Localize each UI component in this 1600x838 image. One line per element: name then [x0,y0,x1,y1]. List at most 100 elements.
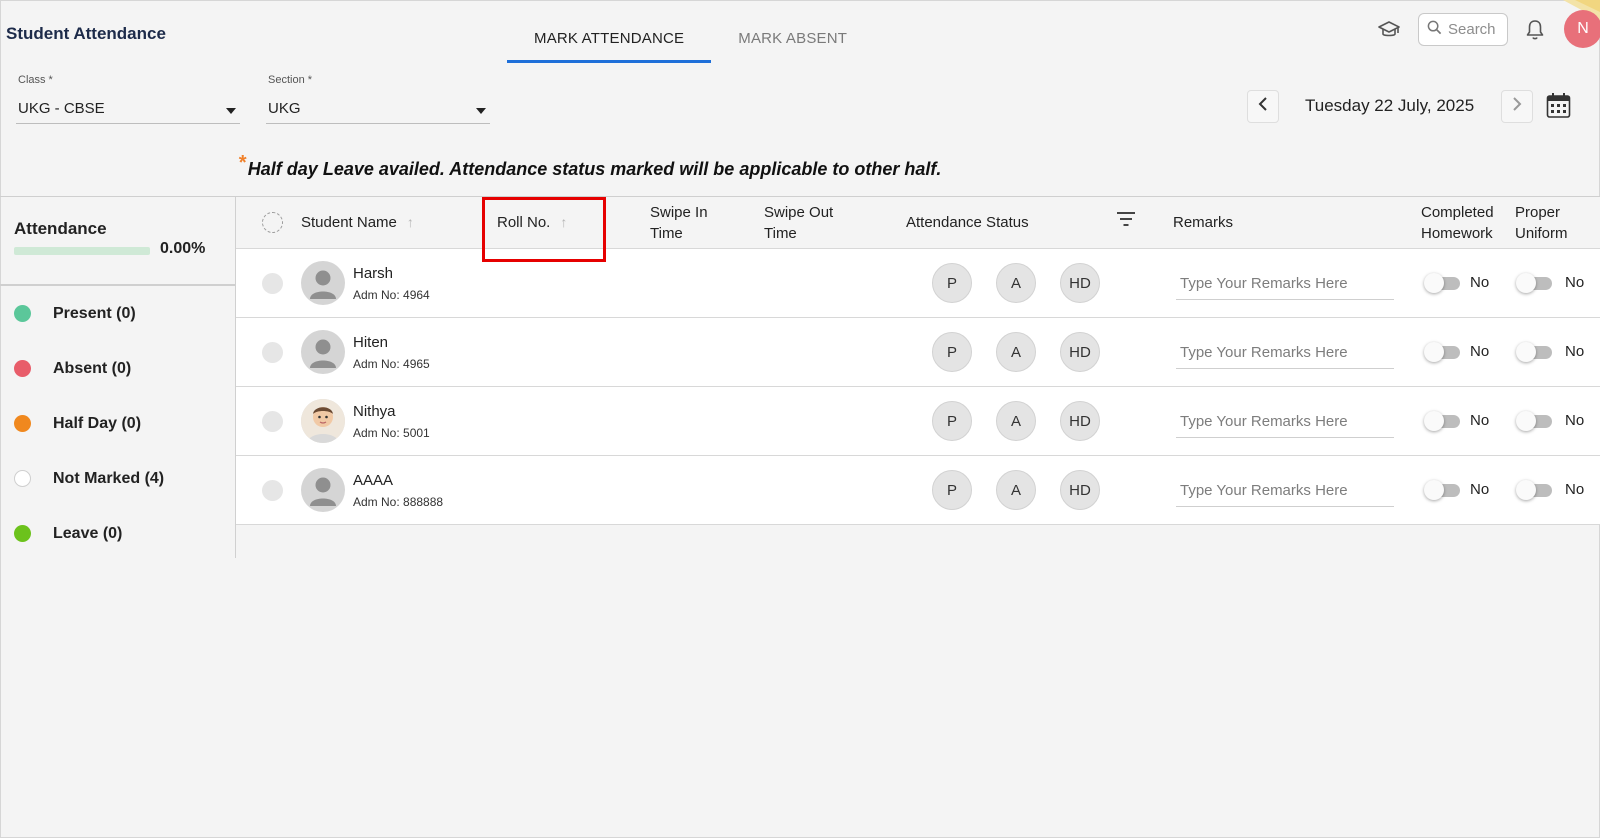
attendance-summary-title: Attendance [14,219,107,238]
filter-icon[interactable] [1116,211,1136,233]
sort-arrow-up-icon[interactable]: ↑ [407,214,414,230]
student-adm-no: Adm No: 888888 [353,495,444,509]
roll-no-header-label: Roll No. [497,214,551,231]
row-select-radio[interactable] [262,342,283,363]
legend-dot [14,360,31,377]
legend-dot [14,470,31,487]
homework-toggle[interactable] [1424,342,1460,362]
half-day-button[interactable]: HD [1060,470,1100,510]
table-row: Nithya Adm No: 5001 PA HD No No [236,387,1600,456]
search-input[interactable] [1448,21,1502,38]
student-avatar [301,468,345,512]
next-date-button[interactable] [1501,90,1533,123]
user-avatar[interactable]: N [1564,10,1600,48]
toggle-knob [1424,342,1444,362]
uniform-toggle-label: No [1565,412,1585,429]
student-adm-no: Adm No: 4964 [353,288,430,302]
table-body: HarshAdm No: 4964PAHDNoNoHitenAdm No: 49… [236,249,1600,525]
table-row: AAAA Adm No: 888888 PA HD No No [236,456,1600,525]
legend-label: Not Marked (4) [53,469,165,487]
uniform-toggle-label: No [1565,343,1585,360]
uniform-toggle[interactable] [1516,342,1552,362]
absent-button[interactable]: A [996,332,1036,372]
column-header-swipe-out: Swipe Out Time [764,202,833,244]
legend-item[interactable]: Leave (0) [0,506,235,561]
absent-button[interactable]: A [996,401,1036,441]
absent-button[interactable]: A [996,263,1036,303]
remarks-input[interactable] [1176,405,1394,438]
present-button[interactable]: P [932,263,972,303]
previous-date-button[interactable] [1247,90,1279,123]
remarks-input[interactable] [1176,267,1394,300]
table-row: Hiten Adm No: 4965 PA HD No No [236,318,1600,387]
legend-item[interactable]: Half Day (0) [0,396,235,451]
tab-mark-absent[interactable]: MARK ABSENT [711,18,874,63]
row-select-radio[interactable] [262,411,283,432]
toggle-knob [1516,342,1536,362]
column-header-student-name[interactable]: Student Name ↑ [301,212,414,233]
notice-star: * [238,152,246,174]
uniform-toggle[interactable] [1516,411,1552,431]
class-select[interactable]: Class * UKG - CBSE [16,74,240,124]
uniform-toggle[interactable] [1516,273,1552,293]
swipe-in-header-line1: Swipe In [650,204,708,221]
present-button[interactable]: P [932,401,972,441]
absent-button[interactable]: A [996,470,1036,510]
legend-label: Leave (0) [53,524,123,542]
section-select[interactable]: Section * UKG [266,74,490,124]
homework-toggle[interactable] [1424,273,1460,293]
remarks-input[interactable] [1176,336,1394,369]
present-button[interactable]: P [932,332,972,372]
column-header-roll-no[interactable]: Roll No. ↑ [497,212,567,233]
select-all-radio[interactable] [262,212,283,233]
student-avatar [301,399,345,443]
row-select-radio[interactable] [262,273,283,294]
column-header-swipe-in: Swipe In Time [650,202,708,244]
column-header-attendance-status: Attendance Status [906,214,1029,231]
swipe-out-header-line1: Swipe Out [764,204,834,221]
student-name: Nithya [353,403,396,420]
homework-toggle-label: No [1470,412,1490,429]
homework-header-line2: Homework [1421,225,1493,242]
homework-toggle-label: No [1470,481,1490,498]
row-select-radio[interactable] [262,480,283,501]
half-day-notice: * Half day Leave availed. Attendance stat… [238,152,942,181]
homework-toggle-label: No [1470,343,1490,360]
legend-dot [14,525,31,542]
column-header-completed-homework: Completed Homework [1421,202,1494,244]
search-icon [1427,20,1442,40]
sort-arrow-up-icon[interactable]: ↑ [560,214,567,230]
toggle-knob [1424,273,1444,293]
half-day-button[interactable]: HD [1060,332,1100,372]
section-value-box[interactable]: UKG [266,94,490,124]
homework-toggle[interactable] [1424,480,1460,500]
notice-text: Half day Leave availed. Attendance statu… [247,159,942,179]
legend-label: Absent (0) [53,359,132,377]
class-value: UKG - CBSE [18,100,105,117]
half-day-button[interactable]: HD [1060,263,1100,303]
legend-item[interactable]: Present (0) [0,286,235,341]
attendance-legend: Present (0) Absent (0) Half Day (0) Not Mar… [0,286,235,561]
swipe-out-header-line2: Time [764,225,797,242]
uniform-toggle-label: No [1565,274,1585,291]
remarks-input[interactable] [1176,474,1394,507]
student-avatar [301,261,345,305]
tab-mark-attendance[interactable]: MARK ATTENDANCE [507,18,712,63]
legend-item[interactable]: Not Marked (4) [0,451,235,506]
calendar-icon[interactable] [1546,92,1571,124]
legend-item[interactable]: Absent (0) [0,341,235,396]
half-day-button[interactable]: HD [1060,401,1100,441]
uniform-toggle-label: No [1565,481,1585,498]
uniform-toggle[interactable] [1516,480,1552,500]
present-button[interactable]: P [932,470,972,510]
student-name-header-label: Student Name [301,214,397,231]
search-box[interactable] [1418,13,1508,46]
tab-bar: MARK ATTENDANCE MARK ABSENT [507,18,874,63]
graduation-cap-icon[interactable] [1376,17,1402,43]
legend-dot [14,415,31,432]
class-value-box[interactable]: UKG - CBSE [16,94,240,124]
legend-label: Present (0) [53,304,136,322]
class-label: Class * [18,74,53,86]
student-adm-no: Adm No: 5001 [353,426,430,440]
homework-toggle[interactable] [1424,411,1460,431]
